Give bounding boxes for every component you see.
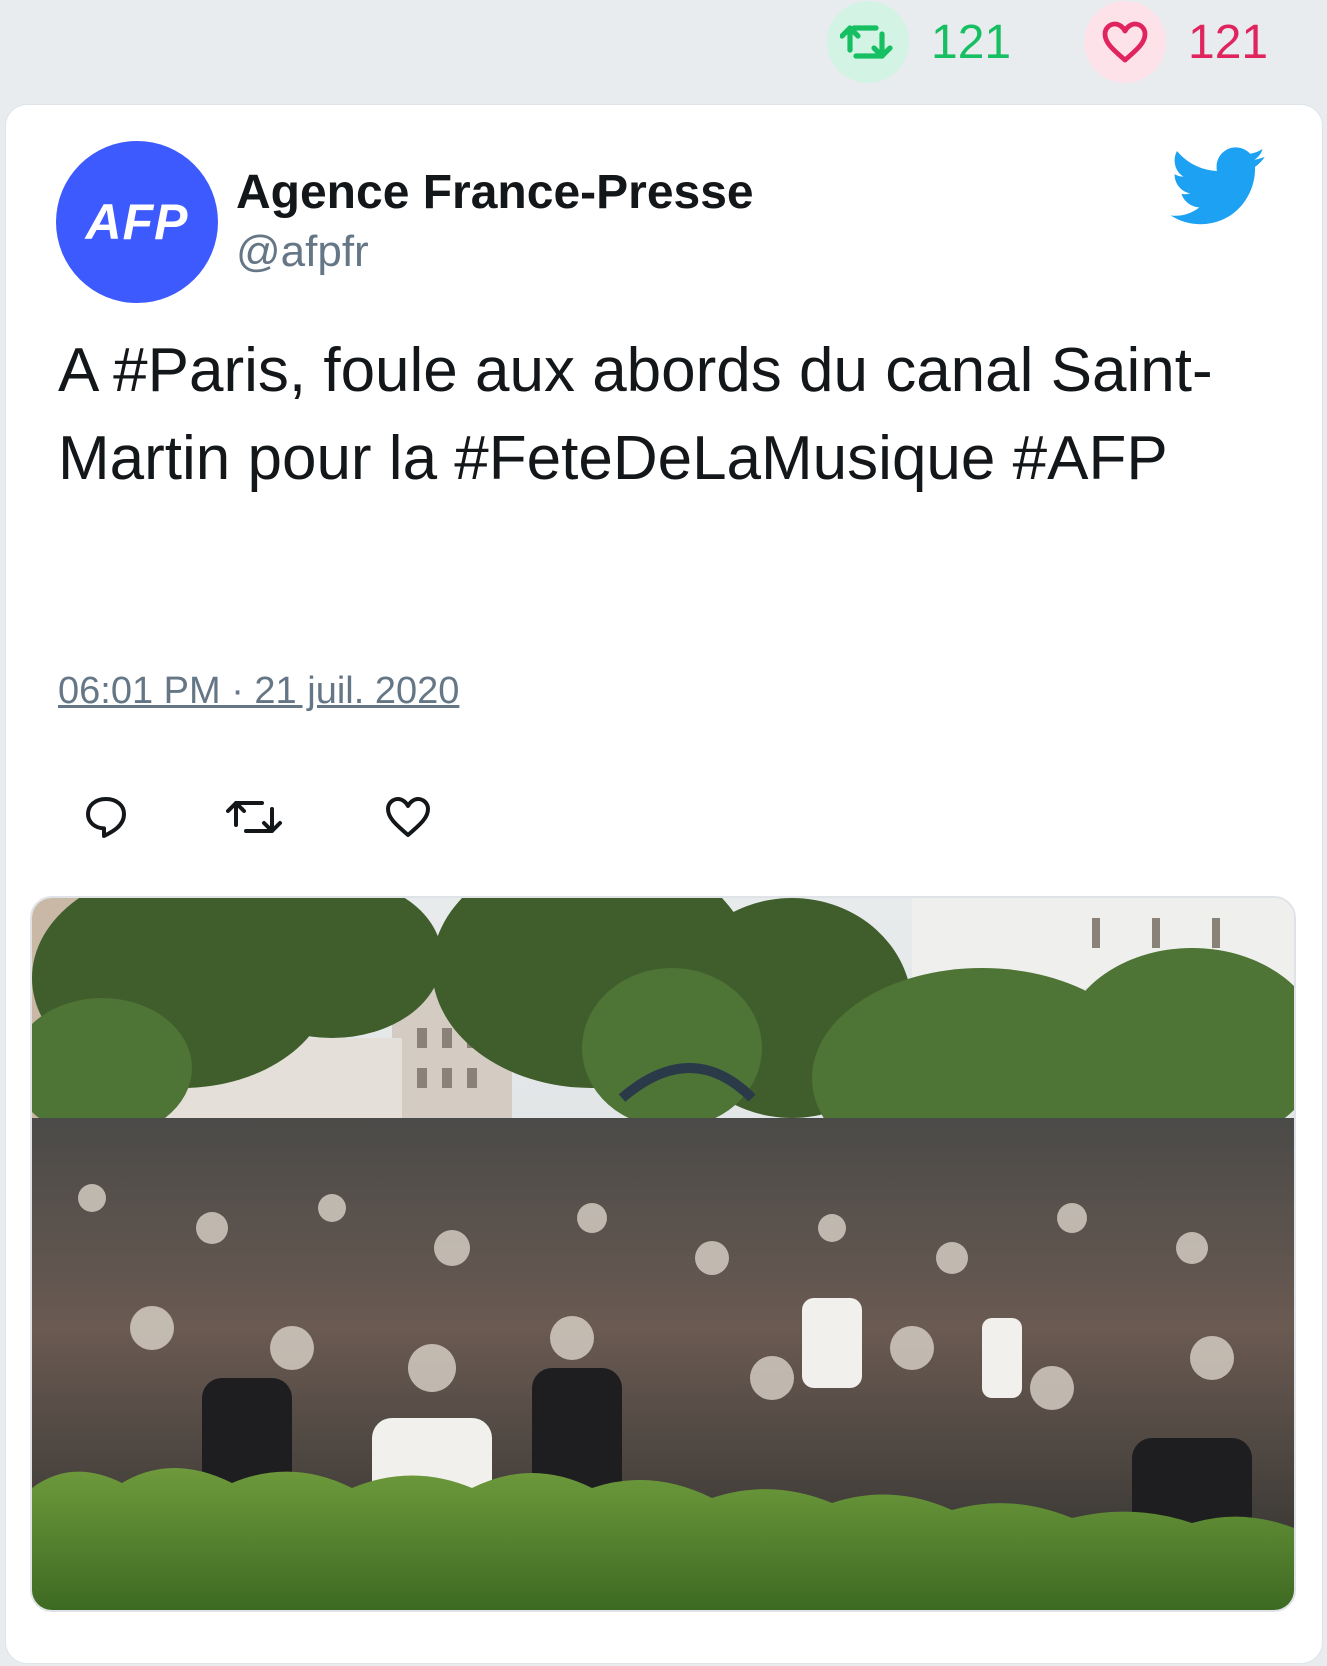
- heart-icon: [386, 797, 430, 837]
- retweet-icon: [226, 801, 282, 833]
- heart-icon[interactable]: [1084, 1, 1166, 83]
- retweet-stat[interactable]: 121: [827, 1, 1012, 83]
- like-button[interactable]: [378, 787, 438, 847]
- avatar[interactable]: AFP: [56, 141, 218, 303]
- author-name[interactable]: Agence France-Presse: [236, 165, 754, 220]
- like-stat[interactable]: 121: [1084, 1, 1269, 83]
- retweet-count: 121: [931, 15, 1012, 69]
- tweet-card: AFP Agence France-Presse @afpfr A #Paris…: [5, 104, 1323, 1664]
- tweet-stats-bar: 121 121: [0, 0, 1327, 100]
- like-count: 121: [1188, 15, 1269, 69]
- retweet-icon[interactable]: [827, 1, 909, 83]
- author-handle[interactable]: @afpfr: [236, 227, 369, 277]
- retweet-button[interactable]: [224, 787, 284, 847]
- tweet-text: A #Paris, foule aux abords du canal Sain…: [58, 336, 1213, 493]
- avatar-logo-text: AFP: [85, 194, 189, 250]
- tweet-photo[interactable]: [30, 896, 1296, 1612]
- twitter-bird-icon[interactable]: [1170, 147, 1267, 227]
- tweet-timestamp[interactable]: 06:01 PM · 21 juil. 2020: [58, 670, 459, 713]
- reply-button[interactable]: [76, 787, 136, 847]
- reply-icon: [86, 797, 126, 838]
